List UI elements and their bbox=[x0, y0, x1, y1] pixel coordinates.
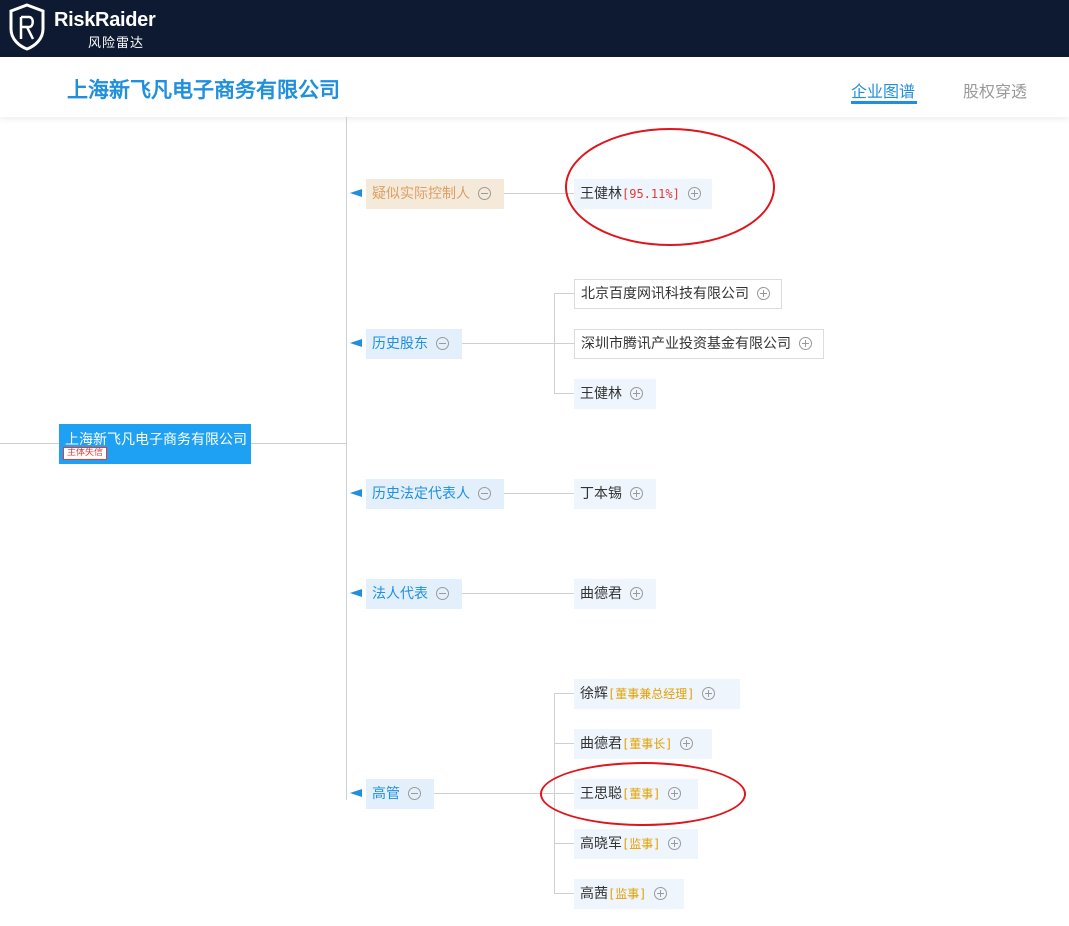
role-tag: [董事长] bbox=[622, 737, 673, 751]
executive-node[interactable]: 高茜[监事] bbox=[574, 879, 684, 909]
branch-line bbox=[554, 843, 574, 844]
shield-logo-icon bbox=[9, 3, 45, 51]
executive-node[interactable]: 王思聪[董事] bbox=[574, 779, 698, 809]
root-company-node[interactable]: 上海新飞凡电子商务有限公司 主体失信 bbox=[59, 424, 251, 464]
plus-circle-icon[interactable] bbox=[687, 186, 701, 200]
branch-line bbox=[554, 343, 574, 344]
branch-line bbox=[434, 793, 554, 794]
person-name: 曲德君 bbox=[580, 736, 622, 752]
shareholder-node[interactable]: 北京百度网讯科技有限公司 bbox=[574, 279, 782, 309]
role-tag: [董事] bbox=[622, 787, 661, 801]
branch-line bbox=[554, 693, 574, 694]
shareholder-node[interactable]: 王健林 bbox=[574, 379, 656, 409]
executive-node[interactable]: 高晓军[监事] bbox=[574, 829, 698, 859]
branch-line bbox=[462, 343, 554, 344]
plus-circle-icon[interactable] bbox=[702, 686, 716, 700]
dishonest-badge: 主体失信 bbox=[63, 447, 108, 460]
person-name: 曲德君 bbox=[580, 586, 622, 602]
brand-name: RiskRaider bbox=[54, 9, 156, 31]
left-arrow-icon bbox=[350, 789, 362, 797]
category-label: 法人代表 bbox=[372, 586, 428, 602]
minus-circle-icon[interactable] bbox=[478, 486, 491, 500]
person-name: 丁本锡 bbox=[580, 486, 622, 502]
person-name: 王思聪 bbox=[580, 786, 622, 802]
minus-circle-icon[interactable] bbox=[436, 586, 449, 600]
controller-node[interactable]: 王健林[95.11%] bbox=[574, 179, 712, 209]
branch-line bbox=[554, 293, 574, 294]
plus-circle-icon[interactable] bbox=[680, 736, 694, 750]
plus-circle-icon[interactable] bbox=[630, 386, 643, 400]
category-label: 历史股东 bbox=[372, 336, 428, 352]
company-name: 深圳市腾讯产业投资基金有限公司 bbox=[581, 336, 791, 352]
plus-circle-icon[interactable] bbox=[668, 836, 682, 850]
branch-line bbox=[554, 793, 574, 794]
person-node[interactable]: 丁本锡 bbox=[574, 479, 656, 509]
category-historical-shareholders[interactable]: 历史股东 bbox=[366, 329, 462, 359]
plus-circle-icon[interactable] bbox=[630, 586, 643, 600]
branch-line bbox=[554, 393, 574, 394]
minus-circle-icon[interactable] bbox=[436, 336, 449, 350]
tab-enterprise-graph[interactable]: 企业图谱 bbox=[851, 78, 915, 102]
page-title: 上海新飞凡电子商务有限公司 bbox=[67, 78, 340, 102]
branch-line bbox=[554, 743, 574, 744]
page-header: 上海新飞凡电子商务有限公司 企业图谱 股权穿透 bbox=[0, 57, 1069, 117]
company-name: 北京百度网讯科技有限公司 bbox=[581, 286, 749, 302]
plus-circle-icon[interactable] bbox=[668, 786, 682, 800]
category-label: 疑似实际控制人 bbox=[372, 186, 470, 202]
branch-line bbox=[554, 893, 574, 894]
left-arrow-icon bbox=[350, 189, 362, 197]
category-executives[interactable]: 高管 bbox=[366, 779, 434, 809]
role-tag: [监事] bbox=[622, 837, 661, 851]
trunk-line bbox=[346, 117, 347, 800]
executive-node[interactable]: 曲德君[董事长] bbox=[574, 729, 712, 759]
category-label: 高管 bbox=[372, 786, 400, 802]
root-company-label: 上海新飞凡电子商务有限公司 bbox=[65, 432, 247, 448]
branch-line bbox=[504, 493, 574, 494]
person-node[interactable]: 曲德君 bbox=[574, 579, 656, 609]
minus-circle-icon[interactable] bbox=[478, 186, 491, 200]
branch-line bbox=[504, 193, 574, 194]
person-name: 王健林 bbox=[580, 186, 622, 202]
left-arrow-icon bbox=[350, 489, 362, 497]
executive-node[interactable]: 徐辉[董事兼总经理] bbox=[574, 679, 740, 709]
branch-line bbox=[462, 593, 574, 594]
person-name: 高茜 bbox=[580, 886, 608, 902]
role-tag: [董事兼总经理] bbox=[608, 687, 695, 701]
category-legal-rep[interactable]: 法人代表 bbox=[366, 579, 462, 609]
tab-equity-penetration[interactable]: 股权穿透 bbox=[963, 78, 1027, 102]
shareholder-node[interactable]: 深圳市腾讯产业投资基金有限公司 bbox=[574, 329, 824, 359]
person-name: 徐辉 bbox=[580, 686, 608, 702]
share-percent: [95.11%] bbox=[622, 187, 680, 201]
category-actual-controller[interactable]: 疑似实际控制人 bbox=[366, 179, 504, 209]
minus-circle-icon[interactable] bbox=[408, 786, 421, 800]
top-bar: RiskRaider 风险雷达 bbox=[0, 0, 1069, 57]
plus-circle-icon[interactable] bbox=[654, 886, 668, 900]
plus-circle-icon[interactable] bbox=[799, 336, 812, 350]
active-tab-indicator bbox=[851, 101, 917, 104]
role-tag: [监事] bbox=[608, 887, 647, 901]
plus-circle-icon[interactable] bbox=[757, 286, 770, 300]
brand-subtitle: 风险雷达 bbox=[88, 36, 145, 51]
person-name: 王健林 bbox=[580, 386, 622, 402]
person-name: 高晓军 bbox=[580, 836, 622, 852]
category-label: 历史法定代表人 bbox=[372, 486, 470, 502]
left-arrow-icon bbox=[350, 589, 362, 597]
category-historical-legal-rep[interactable]: 历史法定代表人 bbox=[366, 479, 504, 509]
plus-circle-icon[interactable] bbox=[630, 486, 643, 500]
left-arrow-icon bbox=[350, 339, 362, 347]
